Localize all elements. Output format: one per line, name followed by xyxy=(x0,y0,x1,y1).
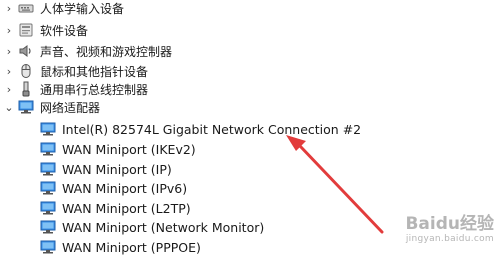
chevron-right-icon[interactable]: › xyxy=(4,1,14,15)
network-adapter-icon xyxy=(18,99,34,115)
network-adapter-icon xyxy=(40,121,56,137)
network-adapter-item[interactable]: WAN Miniport (Network Monitor) xyxy=(40,216,264,238)
hid-icon xyxy=(18,0,34,16)
software-device-icon xyxy=(18,22,34,38)
tree-item-label: 软件设备 xyxy=(40,23,89,38)
tree-item-label: 鼠标和其他指针设备 xyxy=(40,64,149,79)
chevron-right-icon[interactable]: › xyxy=(4,44,14,58)
network-adapter-label: Intel(R) 82574L Gigabit Network Connecti… xyxy=(62,121,362,137)
network-adapter-label: WAN Miniport (IKEv2) xyxy=(62,141,196,157)
network-adapter-icon xyxy=(40,200,56,216)
chevron-right-icon[interactable]: › xyxy=(4,64,14,78)
tree-item-hid[interactable]: › 人体学输入设备 xyxy=(4,0,124,19)
usb-icon xyxy=(18,81,34,97)
network-adapter-icon xyxy=(40,141,56,157)
network-adapter-item[interactable]: WAN Miniport (PPPOE) xyxy=(40,236,201,258)
tree-item-label: 网络适配器 xyxy=(40,100,101,115)
tree-item-label: 人体学输入设备 xyxy=(40,1,125,16)
tree-item-label: 声音、视频和游戏控制器 xyxy=(40,44,173,59)
chevron-right-icon[interactable]: › xyxy=(4,82,14,96)
network-adapter-label: WAN Miniport (L2TP) xyxy=(62,200,191,216)
network-adapter-icon xyxy=(40,180,56,196)
device-tree: › 人体学输入设备 › 软件设备 › 声音、视频和游戏控制器 › 鼠标和其他指针… xyxy=(0,0,500,260)
selected-highlight: 网络适配器 xyxy=(18,97,100,117)
tree-item-label: 通用串行总线控制器 xyxy=(40,82,149,97)
network-adapter-item[interactable]: Intel(R) 82574L Gigabit Network Connecti… xyxy=(40,118,361,140)
mouse-icon xyxy=(18,63,34,79)
chevron-down-icon[interactable]: ⌄ xyxy=(4,100,14,114)
tree-item-software-devices[interactable]: › 软件设备 xyxy=(4,19,88,41)
network-adapter-label: WAN Miniport (PPPOE) xyxy=(62,239,201,255)
network-adapter-label: WAN Miniport (IPv6) xyxy=(62,180,188,196)
network-adapter-item[interactable]: WAN Miniport (IKEv2) xyxy=(40,138,196,160)
tree-item-network-adapters[interactable]: ⌄ 网络适配器 xyxy=(4,96,100,118)
network-adapter-icon xyxy=(40,219,56,235)
network-adapter-label: WAN Miniport (Network Monitor) xyxy=(62,219,265,235)
network-adapter-item[interactable]: WAN Miniport (IPv6) xyxy=(40,177,187,199)
network-adapter-label: WAN Miniport (IP) xyxy=(62,161,172,177)
chevron-right-icon[interactable]: › xyxy=(4,23,14,37)
network-adapter-icon xyxy=(40,239,56,255)
tree-item-sound-video-game[interactable]: › 声音、视频和游戏控制器 xyxy=(4,40,172,62)
network-adapter-icon xyxy=(40,161,56,177)
speaker-icon xyxy=(18,43,34,59)
